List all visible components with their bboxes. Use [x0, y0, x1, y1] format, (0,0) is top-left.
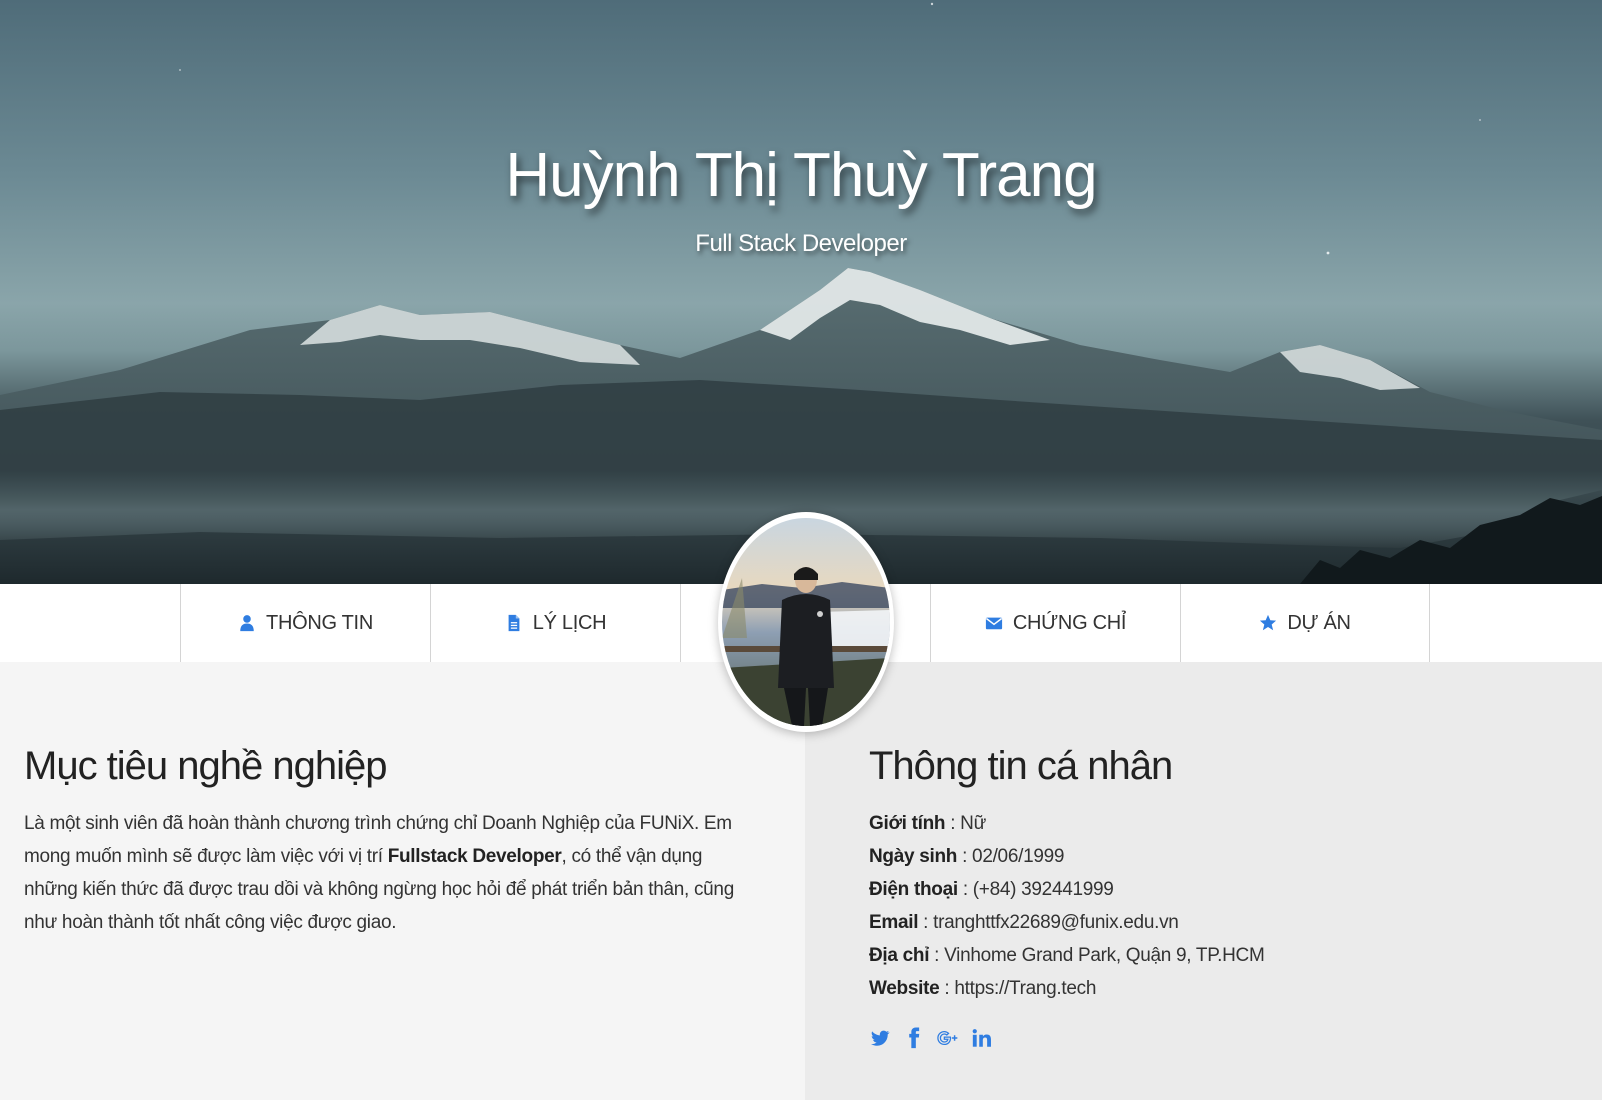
objective-highlight: Fullstack Developer [387, 846, 562, 867]
avatar [718, 512, 894, 732]
info-label: Địa chỉ [869, 945, 930, 966]
info-row-gender: Giới tính : Nữ [869, 807, 1569, 840]
info-value: : (+84) 392441999 [957, 879, 1114, 900]
info-row-website: Website : https://Trang.tech [869, 972, 1569, 1005]
info-value: : Nữ [945, 813, 987, 834]
profile-name: Huỳnh Thị Thuỳ Trang [505, 141, 1097, 210]
info-row-address: Địa chỉ : Vinhome Grand Park, Quận 9, TP… [869, 939, 1569, 972]
nav-item-resume[interactable]: LÝ LỊCH [430, 584, 680, 662]
personal-info-title: Thông tin cá nhân [869, 744, 1173, 788]
document-icon [505, 614, 523, 632]
social-links [869, 1027, 1569, 1049]
career-objective-title: Mục tiêu nghề nghiệp [24, 744, 388, 788]
info-label: Điện thoại [869, 879, 958, 900]
nav-item-certificates[interactable]: CHỨNG CHỈ [930, 584, 1180, 662]
hero-banner: Huỳnh Thị Thuỳ Trang Full Stack Develope… [0, 0, 1602, 584]
profile-role: Full Stack Developer [695, 230, 907, 257]
nav-item-projects[interactable]: DỰ ÁN [1180, 584, 1430, 662]
envelope-icon [985, 614, 1003, 632]
info-label: Website [869, 978, 940, 999]
nav-item-label: THÔNG TIN [266, 611, 373, 634]
nav-item-label: CHỨNG CHỈ [1012, 611, 1127, 634]
info-label: Email [869, 912, 919, 933]
twitter-icon[interactable] [869, 1027, 891, 1049]
nav-item-label: DỰ ÁN [1287, 611, 1351, 634]
google-plus-icon[interactable] [937, 1027, 959, 1049]
info-row-birthdate: Ngày sinh : 02/06/1999 [869, 840, 1569, 873]
career-objective-section: Mục tiêu nghề nghiệp Là một sinh viên đã… [0, 662, 805, 1100]
personal-info-section: Thông tin cá nhân Giới tính : Nữ Ngày si… [805, 662, 1602, 1100]
info-value: : Vinhome Grand Park, Quận 9, TP.HCM [929, 945, 1265, 966]
info-value: : tranghttfx22689@funix.edu.vn [918, 912, 1179, 933]
linkedin-icon[interactable] [971, 1027, 993, 1049]
info-value: : https://Trang.tech [939, 978, 1097, 999]
info-label: Ngày sinh [869, 846, 958, 867]
avatar-photo [722, 518, 890, 726]
info-row-phone: Điện thoại : (+84) 392441999 [869, 873, 1569, 906]
info-value: : 02/06/1999 [957, 846, 1065, 867]
star-icon [1259, 614, 1277, 632]
info-row-email: Email : tranghttfx22689@funix.edu.vn [869, 906, 1569, 939]
facebook-icon[interactable] [903, 1027, 925, 1049]
nav-item-info[interactable]: THÔNG TIN [180, 584, 430, 662]
nav-item-label: LÝ LỊCH [532, 611, 607, 634]
career-objective-text: Là một sinh viên đã hoàn thành chương tr… [24, 807, 744, 939]
mountain-background-image [0, 2, 1602, 584]
user-icon [238, 614, 256, 632]
info-label: Giới tính [869, 813, 946, 834]
